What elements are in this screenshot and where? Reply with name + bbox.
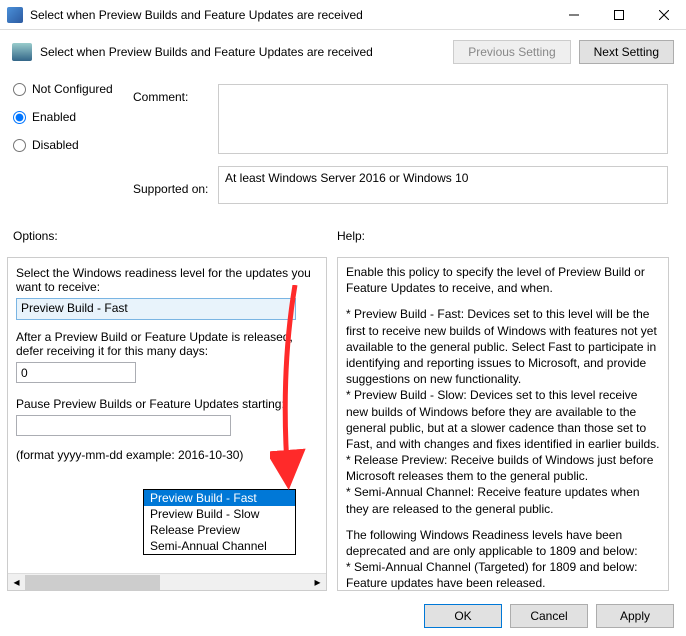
readiness-select[interactable]: Preview Build - Fast [16,298,296,320]
format-hint: (format yyyy-mm-dd example: 2016-10-30) [16,448,318,462]
dialog-buttons: OK Cancel Apply [424,604,674,628]
policy-icon [12,43,32,61]
supported-on-label: Supported on: [133,182,208,196]
options-panel: Select the Windows readiness level for t… [7,257,327,591]
scroll-right-icon[interactable]: ▸ [309,574,326,591]
help-paragraph: Enable this policy to specify the level … [346,264,660,296]
scroll-left-icon[interactable]: ◂ [8,574,25,591]
apply-button[interactable]: Apply [596,604,674,628]
dropdown-option[interactable]: Preview Build - Fast [144,490,295,506]
header-text: Select when Preview Builds and Feature U… [40,45,445,59]
radio-group: Not Configured Enabled Disabled [13,82,113,152]
help-panel[interactable]: Enable this policy to specify the level … [337,257,669,591]
previous-setting-button[interactable]: Previous Setting [453,40,570,64]
close-button[interactable] [641,0,686,30]
defer-days-input[interactable] [16,362,136,383]
defer-days-label: After a Preview Build or Feature Update … [16,330,318,358]
window-title: Select when Preview Builds and Feature U… [30,8,551,22]
readiness-select-label: Select the Windows readiness level for t… [16,266,318,294]
dropdown-option[interactable]: Preview Build - Slow [144,506,295,522]
comment-textarea[interactable] [218,84,668,154]
pause-date-input[interactable] [16,415,231,436]
comment-label: Comment: [133,90,208,104]
app-icon [7,7,23,23]
scroll-thumb[interactable] [25,575,160,590]
ok-button[interactable]: OK [424,604,502,628]
help-paragraph: * Preview Build - Fast: Devices set to t… [346,306,660,387]
help-paragraph: * Semi-Annual Channel: Receive feature u… [346,484,660,516]
radio-disabled[interactable]: Disabled [13,138,113,152]
radio-not-configured[interactable]: Not Configured [13,82,113,96]
dropdown-option[interactable]: Semi-Annual Channel [144,538,295,554]
help-paragraph: * Release Preview: Receive builds of Win… [346,452,660,484]
minimize-button[interactable] [551,0,596,30]
readiness-dropdown-popup[interactable]: Preview Build - Fast Preview Build - Slo… [143,489,296,555]
radio-enabled[interactable]: Enabled [13,110,113,124]
options-h-scrollbar[interactable]: ◂ ▸ [8,573,326,590]
maximize-button[interactable] [596,0,641,30]
header-row: Select when Preview Builds and Feature U… [0,30,686,72]
supported-on-text: At least Windows Server 2016 or Windows … [218,166,668,204]
help-paragraph: The following Windows Readiness levels h… [346,527,660,559]
options-label: Options: [13,229,58,243]
field-labels: Comment: Supported on: [133,90,208,196]
next-setting-button[interactable]: Next Setting [579,40,674,64]
help-paragraph: * Preview Build - Slow: Devices set to t… [346,387,660,452]
dropdown-option[interactable]: Release Preview [144,522,295,538]
cancel-button[interactable]: Cancel [510,604,588,628]
help-label: Help: [337,229,365,243]
titlebar: Select when Preview Builds and Feature U… [0,0,686,30]
pause-date-label: Pause Preview Builds or Feature Updates … [16,397,318,411]
help-paragraph: * Semi-Annual Channel (Targeted) for 180… [346,559,660,591]
